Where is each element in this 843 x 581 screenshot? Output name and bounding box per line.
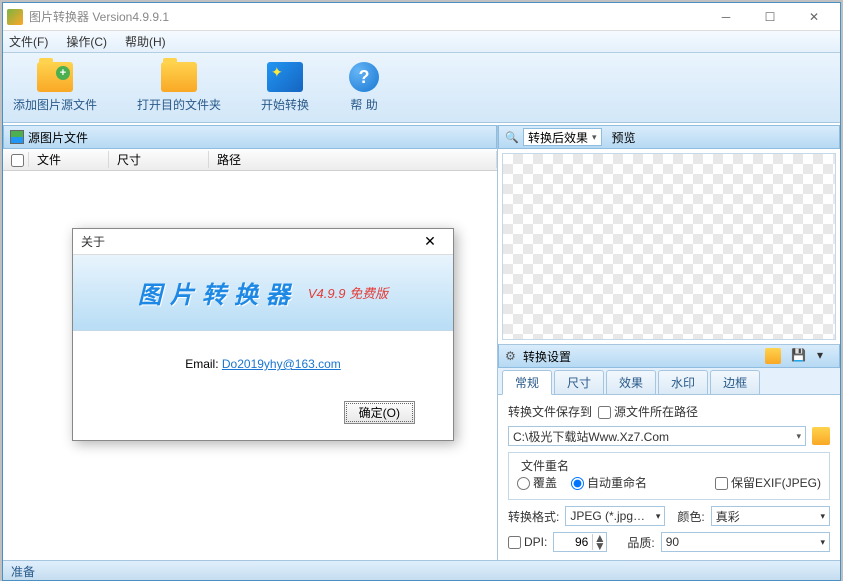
tab-watermark[interactable]: 水印 — [658, 370, 708, 394]
open-settings-icon[interactable] — [765, 348, 781, 364]
col-path[interactable]: 路径 — [209, 151, 497, 168]
select-all-checkbox[interactable] — [3, 152, 29, 166]
settings-body: 转换文件保存到 源文件所在路径 C:\极光下载站Www.Xz7.Com▾ 文件重… — [498, 395, 840, 560]
save-path-combo[interactable]: C:\极光下载站Www.Xz7.Com▾ — [508, 426, 806, 446]
dpi-spinner[interactable]: 96 ▲▼ — [553, 532, 607, 552]
titlebar: 图片转换器 Version4.9.9.1 ─ ☐ ✕ — [3, 3, 840, 31]
add-source-button[interactable]: 添加图片源文件 — [13, 62, 97, 113]
maximize-button[interactable]: ☐ — [748, 3, 792, 31]
preview-canvas — [502, 153, 836, 340]
ok-button[interactable]: 确定(O) — [344, 401, 415, 424]
about-dialog: 关于 ✕ 图片转换器 V4.9.9 免费版 Email: Do2019yhy@1… — [72, 228, 454, 441]
dialog-close-button[interactable]: ✕ — [415, 233, 445, 250]
start-convert-button[interactable]: 开始转换 — [261, 62, 309, 113]
tab-size[interactable]: 尺寸 — [554, 370, 604, 394]
picture-icon — [10, 130, 24, 144]
help-icon: ? — [349, 62, 379, 92]
wand-icon — [267, 62, 303, 92]
open-dest-button[interactable]: 打开目的文件夹 — [137, 62, 221, 113]
format-label: 转换格式: — [508, 508, 559, 525]
rename-fieldset: 文件重名 覆盖 自动重命名 保留EXIF(JPEG) — [508, 452, 830, 500]
dialog-banner: 图片转换器 V4.9.9 免费版 — [73, 255, 453, 331]
magnifier-icon — [505, 130, 519, 144]
menu-operate[interactable]: 操作(C) — [66, 33, 107, 50]
email-line: Email: Do2019yhy@163.com — [93, 357, 433, 371]
gear-icon — [505, 349, 519, 363]
quality-label: 品质: — [627, 534, 654, 551]
format-select[interactable]: JPEG (*.jpg…▾ — [565, 506, 665, 526]
settings-header: 转换设置 ▾ — [498, 344, 840, 368]
keep-exif-checkbox[interactable]: 保留EXIF(JPEG) — [715, 474, 821, 491]
menu-file[interactable]: 文件(F) — [9, 33, 48, 50]
menubar: 文件(F) 操作(C) 帮助(H) — [3, 31, 840, 53]
color-label: 颜色: — [677, 508, 704, 525]
close-button[interactable]: ✕ — [792, 3, 836, 31]
browse-folder-icon[interactable] — [812, 427, 830, 445]
col-file[interactable]: 文件 — [29, 151, 109, 168]
settings-tabs: 常规 尺寸 效果 水印 边框 — [498, 368, 840, 395]
settings-dropdown-icon[interactable]: ▾ — [817, 348, 833, 364]
save-settings-icon[interactable] — [791, 348, 807, 364]
window-title: 图片转换器 Version4.9.9.1 — [29, 8, 704, 25]
autorename-radio[interactable]: 自动重命名 — [571, 474, 647, 491]
file-list-header: 文件 尺寸 路径 — [3, 149, 497, 171]
overwrite-radio[interactable]: 覆盖 — [517, 474, 557, 491]
tab-border[interactable]: 边框 — [710, 370, 760, 394]
menu-help[interactable]: 帮助(H) — [125, 33, 166, 50]
app-icon — [7, 9, 23, 25]
help-button[interactable]: ? 帮 助 — [349, 62, 379, 113]
source-files-header: 源图片文件 — [3, 125, 497, 149]
folder-plus-icon — [37, 62, 73, 92]
tab-general[interactable]: 常规 — [502, 370, 552, 395]
minimize-button[interactable]: ─ — [704, 3, 748, 31]
preview-mode-select[interactable]: 转换后效果 ▾ — [523, 128, 602, 146]
dialog-titlebar[interactable]: 关于 ✕ — [73, 229, 453, 255]
save-to-label: 转换文件保存到 — [508, 403, 592, 420]
quality-select[interactable]: 90▾ — [661, 532, 830, 552]
email-link[interactable]: Do2019yhy@163.com — [222, 357, 341, 371]
preview-button[interactable]: 预览 — [612, 129, 636, 146]
source-path-checkbox[interactable]: 源文件所在路径 — [598, 403, 698, 420]
statusbar: 准备 — [3, 560, 840, 580]
toolbar: 添加图片源文件 打开目的文件夹 开始转换 ? 帮 助 — [3, 53, 840, 123]
dpi-checkbox[interactable]: DPI: — [508, 535, 547, 549]
col-size[interactable]: 尺寸 — [109, 151, 209, 168]
tab-effect[interactable]: 效果 — [606, 370, 656, 394]
preview-header: 转换后效果 ▾ 预览 — [498, 125, 840, 149]
folder-icon — [161, 62, 197, 92]
color-select[interactable]: 真彩▾ — [711, 506, 830, 526]
